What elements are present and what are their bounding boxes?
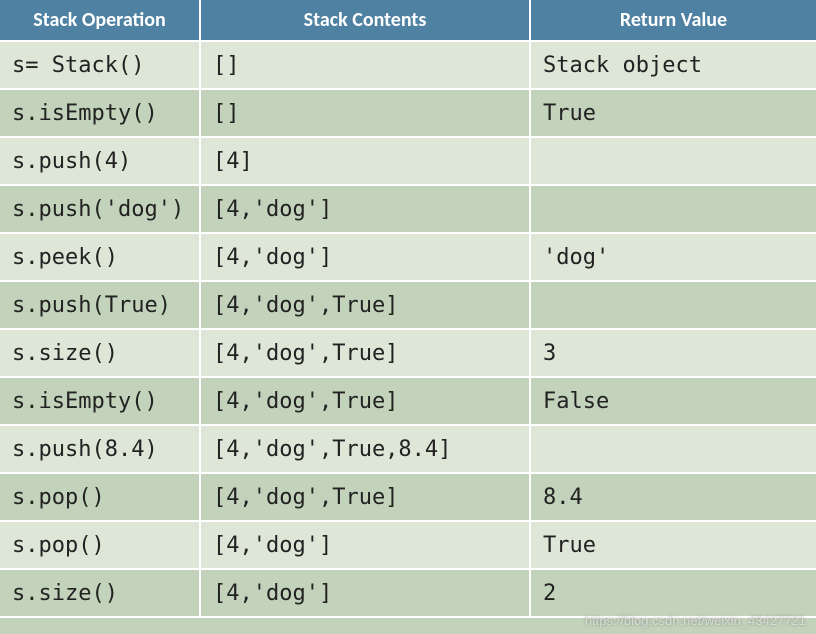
cell-operation: s.size() bbox=[0, 329, 200, 377]
cell-operation: s.pop() bbox=[0, 473, 200, 521]
cell-contents: [] bbox=[200, 41, 530, 89]
cell-contents: [4] bbox=[200, 137, 530, 185]
cell-return: True bbox=[530, 521, 816, 569]
cell-contents: [4,'dog',True,8.4] bbox=[200, 425, 530, 473]
cell-contents: [4,'dog',True] bbox=[200, 281, 530, 329]
table-row: s.isEmpty()[]True bbox=[0, 89, 816, 137]
cell-return: False bbox=[530, 377, 816, 425]
column-header-return: Return Value bbox=[530, 0, 816, 41]
cell-operation: s= Stack() bbox=[0, 41, 200, 89]
cell-contents: [4,'dog',True] bbox=[200, 473, 530, 521]
cell-return bbox=[530, 425, 816, 473]
cell-operation: s.push(True) bbox=[0, 281, 200, 329]
table-header-row: Stack Operation Stack Contents Return Va… bbox=[0, 0, 816, 41]
table-row: s.push('dog')[4,'dog'] bbox=[0, 185, 816, 233]
cell-return: True bbox=[530, 89, 816, 137]
table-row: s.size()[4,'dog',True]3 bbox=[0, 329, 816, 377]
table-row: s= Stack()[]Stack object bbox=[0, 41, 816, 89]
table-row: s.isEmpty()[4,'dog',True]False bbox=[0, 377, 816, 425]
table-row: s.push(True)[4,'dog',True] bbox=[0, 281, 816, 329]
cell-return bbox=[530, 185, 816, 233]
table-body: s= Stack()[]Stack object s.isEmpty()[]Tr… bbox=[0, 41, 816, 617]
cell-return bbox=[530, 137, 816, 185]
cell-return: 'dog' bbox=[530, 233, 816, 281]
cell-operation: s.isEmpty() bbox=[0, 377, 200, 425]
cell-return: 8.4 bbox=[530, 473, 816, 521]
cell-return: 3 bbox=[530, 329, 816, 377]
table-row: s.push(4)[4] bbox=[0, 137, 816, 185]
cell-operation: s.push('dog') bbox=[0, 185, 200, 233]
table-row: s.pop()[4,'dog',True]8.4 bbox=[0, 473, 816, 521]
cell-contents: [4,'dog',True] bbox=[200, 377, 530, 425]
cell-operation: s.push(4) bbox=[0, 137, 200, 185]
cell-return: 2 bbox=[530, 569, 816, 617]
table-row: s.pop()[4,'dog']True bbox=[0, 521, 816, 569]
table-row: s.push(8.4)[4,'dog',True,8.4] bbox=[0, 425, 816, 473]
cell-contents: [4,'dog'] bbox=[200, 569, 530, 617]
cell-return: Stack object bbox=[530, 41, 816, 89]
stack-operations-table: Stack Operation Stack Contents Return Va… bbox=[0, 0, 816, 618]
column-header-contents: Stack Contents bbox=[200, 0, 530, 41]
cell-operation: s.push(8.4) bbox=[0, 425, 200, 473]
column-header-operation: Stack Operation bbox=[0, 0, 200, 41]
cell-return bbox=[530, 281, 816, 329]
cell-operation: s.peek() bbox=[0, 233, 200, 281]
cell-contents: [] bbox=[200, 89, 530, 137]
table-row: s.peek()[4,'dog']'dog' bbox=[0, 233, 816, 281]
cell-operation: s.isEmpty() bbox=[0, 89, 200, 137]
table-row: s.size()[4,'dog']2 bbox=[0, 569, 816, 617]
cell-contents: [4,'dog'] bbox=[200, 185, 530, 233]
cell-operation: s.size() bbox=[0, 569, 200, 617]
cell-contents: [4,'dog'] bbox=[200, 521, 530, 569]
cell-contents: [4,'dog',True] bbox=[200, 329, 530, 377]
cell-operation: s.pop() bbox=[0, 521, 200, 569]
cell-contents: [4,'dog'] bbox=[200, 233, 530, 281]
